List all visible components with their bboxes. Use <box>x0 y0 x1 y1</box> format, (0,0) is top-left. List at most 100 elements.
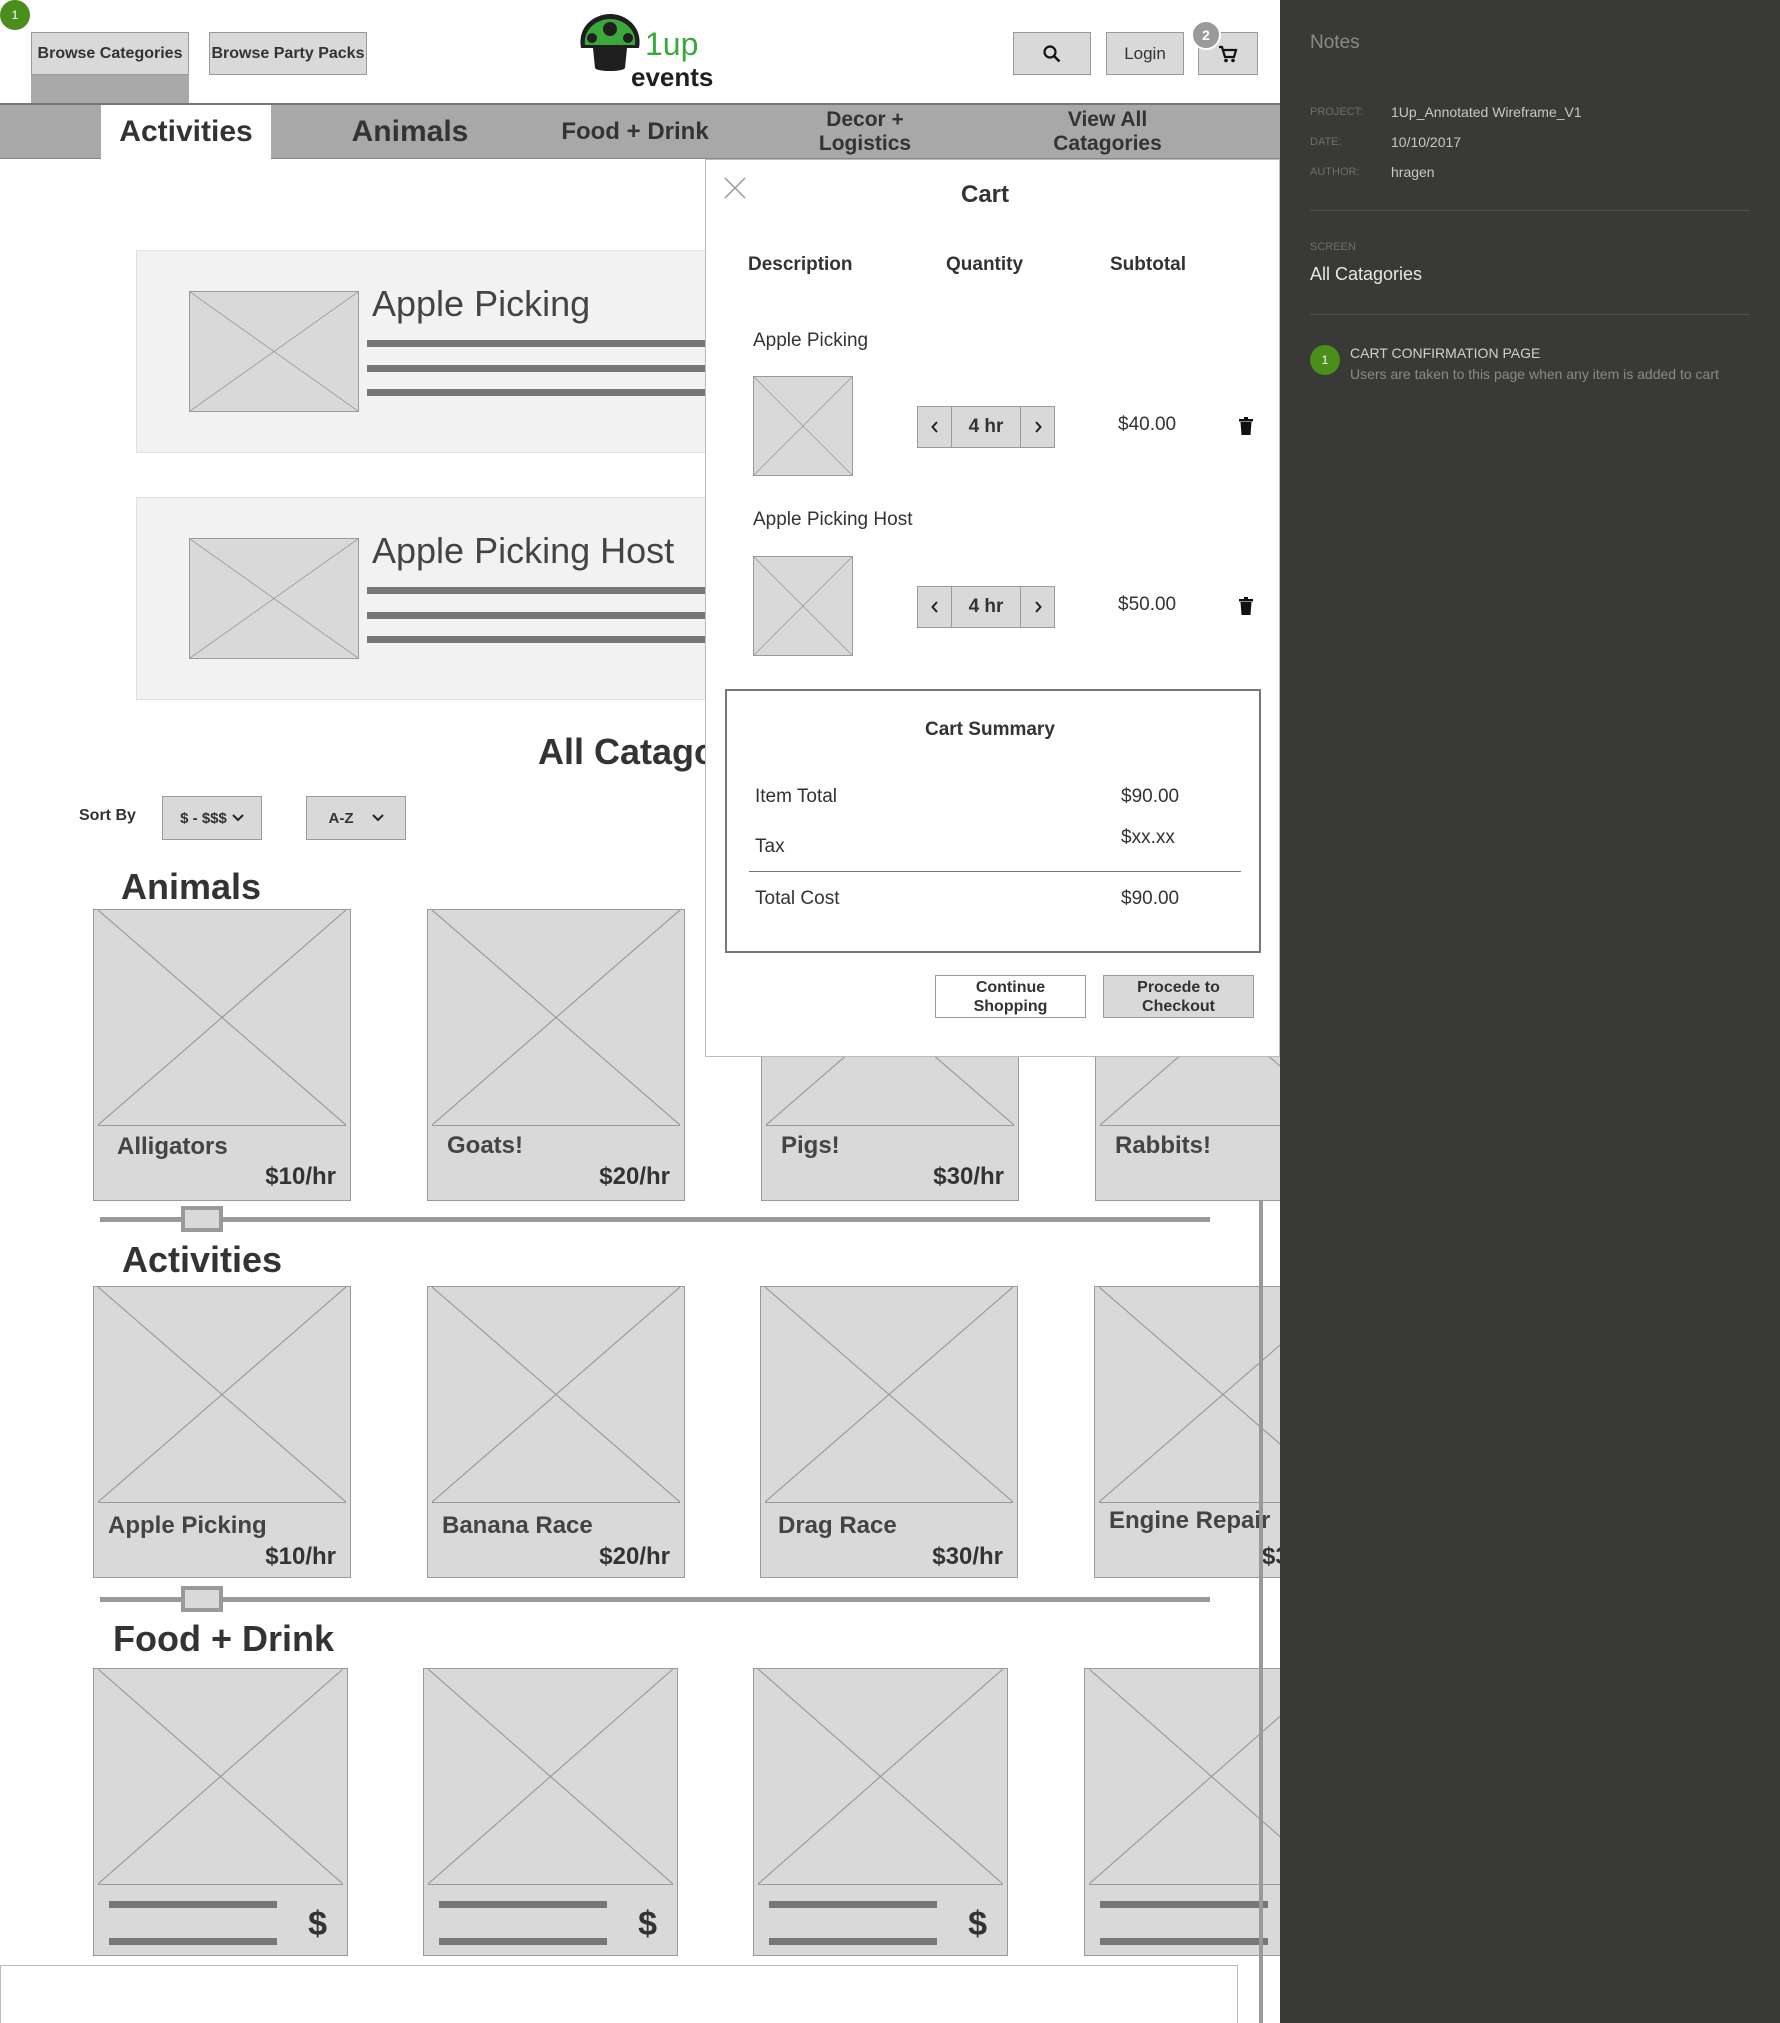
logo-top-text: 1up <box>645 26 699 62</box>
footer <box>0 1965 1238 2023</box>
summary-divider <box>749 871 1241 872</box>
product-tile[interactable]: Goats! $20/hr <box>427 909 685 1201</box>
product-tile[interactable]: Alligators $10/hr <box>93 909 351 1201</box>
nav-activities[interactable]: Activities <box>101 105 271 159</box>
nav-food-drink[interactable]: Food + Drink <box>540 105 730 159</box>
item-total-value: $90.00 <box>1121 786 1180 807</box>
category-nav: Activities Animals Food + Drink Decor + … <box>0 103 1280 159</box>
product-price: $20/hr <box>599 1163 670 1190</box>
product-name: Rabbits! <box>1115 1132 1211 1159</box>
product-name: Alligators <box>117 1133 228 1160</box>
chevron-left-icon <box>930 421 938 433</box>
col-quantity: Quantity <box>946 254 1024 275</box>
product-name: Engine Repair <box>1109 1507 1271 1534</box>
date-value: 10/10/2017 <box>1391 134 1462 150</box>
carousel-scroll-thumb[interactable] <box>181 1206 223 1232</box>
carousel-scrollbar[interactable] <box>100 1597 1210 1602</box>
tax-label: Tax <box>755 836 785 857</box>
continue-line2: Shopping <box>973 997 1048 1015</box>
sort-alpha-dropdown[interactable]: A-Z <box>306 796 406 840</box>
note-text: Users are taken to this page when any it… <box>1350 366 1719 382</box>
close-icon[interactable] <box>723 176 747 200</box>
continue-shopping-button[interactable]: Continue Shopping <box>935 975 1086 1018</box>
nav-decor-logistics[interactable]: Decor + Logistics <box>780 105 950 159</box>
page-scrollbar[interactable] <box>1259 1200 1263 2023</box>
quantity-value: 4 hr <box>968 416 1004 437</box>
nav-decor-line1: Decor + <box>826 108 904 131</box>
chevron-left-icon <box>930 601 938 613</box>
featured-text-line <box>367 389 707 396</box>
sort-price-value: $ - $$$ <box>180 809 227 827</box>
featured-card[interactable]: Apple Picking <box>136 250 756 453</box>
product-name: Goats! <box>447 1132 524 1159</box>
featured-text-line <box>367 612 707 619</box>
section-title-animals: Animals <box>121 866 262 907</box>
featured-text-line <box>367 365 707 372</box>
sort-alpha-value: A-Z <box>328 809 354 827</box>
chevron-right-icon <box>1035 421 1042 433</box>
product-tile[interactable]: $ <box>423 1668 678 1956</box>
col-subtotal: Subtotal <box>1110 254 1186 275</box>
product-price: $10/hr <box>265 1163 336 1190</box>
product-name: Pigs! <box>781 1132 840 1159</box>
featured-title: Apple Picking Host <box>372 530 675 571</box>
chevron-right-icon <box>1035 601 1042 613</box>
sort-price-dropdown[interactable]: $ - $$$ <box>162 796 262 840</box>
logo[interactable]: 1up events <box>575 12 715 92</box>
product-tile[interactable]: $ <box>753 1668 1008 1956</box>
cart-count-badge: 2 <box>1191 20 1221 50</box>
product-name-placeholder <box>1100 1901 1268 1908</box>
login-button[interactable]: Login <box>1106 32 1184 75</box>
product-name-placeholder <box>439 1901 607 1908</box>
featured-card[interactable]: Apple Picking Host <box>136 497 756 700</box>
logo-bottom-text: events <box>631 62 714 92</box>
browse-categories-button[interactable]: Browse Categories <box>31 32 189 75</box>
trash-icon[interactable] <box>1239 417 1253 435</box>
featured-title: Apple Picking <box>372 283 591 324</box>
product-price: $30/hr <box>932 1543 1003 1570</box>
product-price-symbol: $ <box>968 1905 987 1943</box>
trash-icon[interactable] <box>1239 597 1253 615</box>
notes-panel: Notes PROJECT: 1Up_Annotated Wireframe_V… <box>1280 0 1780 2023</box>
product-tile[interactable]: Apple Picking $10/hr <box>93 1286 351 1578</box>
nav-animals[interactable]: Animals <box>325 105 495 159</box>
product-name: Apple Picking <box>108 1512 267 1539</box>
cart-summary-title: Cart Summary <box>925 719 1055 740</box>
author-label: AUTHOR: <box>1310 166 1360 178</box>
featured-text-line <box>367 587 707 594</box>
browse-party-packs-button[interactable]: Browse Party Packs <box>209 32 367 75</box>
nav-decor-line2: Logistics <box>818 132 912 155</box>
cart-item-subtotal: $40.00 <box>1118 414 1177 435</box>
author-value: hragen <box>1391 164 1435 180</box>
cart-item-name: Apple Picking <box>753 330 869 351</box>
product-tile[interactable]: $ <box>93 1668 348 1956</box>
total-cost-value: $90.00 <box>1121 888 1180 909</box>
quantity-stepper: 4 hr <box>917 406 1055 448</box>
product-tile[interactable]: Banana Race $20/hr <box>427 1286 685 1578</box>
project-value: 1Up_Annotated Wireframe_V1 <box>1391 104 1582 120</box>
carousel-scroll-thumb[interactable] <box>181 1586 223 1612</box>
product-price: $20/hr <box>599 1543 670 1570</box>
product-name-placeholder <box>1100 1938 1268 1945</box>
product-price: $10/hr <box>265 1543 336 1570</box>
search-button[interactable] <box>1013 32 1091 75</box>
featured-text-line <box>367 340 707 347</box>
item-total-label: Item Total <box>755 786 838 807</box>
checkout-line2: Checkout <box>1142 997 1215 1015</box>
chevron-down-icon <box>371 814 384 822</box>
date-label: DATE: <box>1310 136 1342 148</box>
proceed-to-checkout-button[interactable]: Procede to Checkout <box>1103 975 1254 1018</box>
increase-button[interactable] <box>1020 587 1055 627</box>
product-name-placeholder <box>109 1901 277 1908</box>
carousel-scrollbar[interactable] <box>100 1217 1210 1222</box>
annotation-badge: 1 <box>0 0 30 30</box>
screen-value: All Catagories <box>1310 264 1423 284</box>
increase-button[interactable] <box>1020 407 1055 447</box>
search-icon <box>1043 44 1061 62</box>
decrease-button[interactable] <box>918 587 952 627</box>
product-price: $30/hr <box>933 1163 1004 1190</box>
decrease-button[interactable] <box>918 407 952 447</box>
product-tile[interactable]: Drag Race $30/hr <box>760 1286 1018 1578</box>
cart-item-image <box>753 376 853 476</box>
nav-view-all[interactable]: View All Catagories <box>1020 105 1195 159</box>
